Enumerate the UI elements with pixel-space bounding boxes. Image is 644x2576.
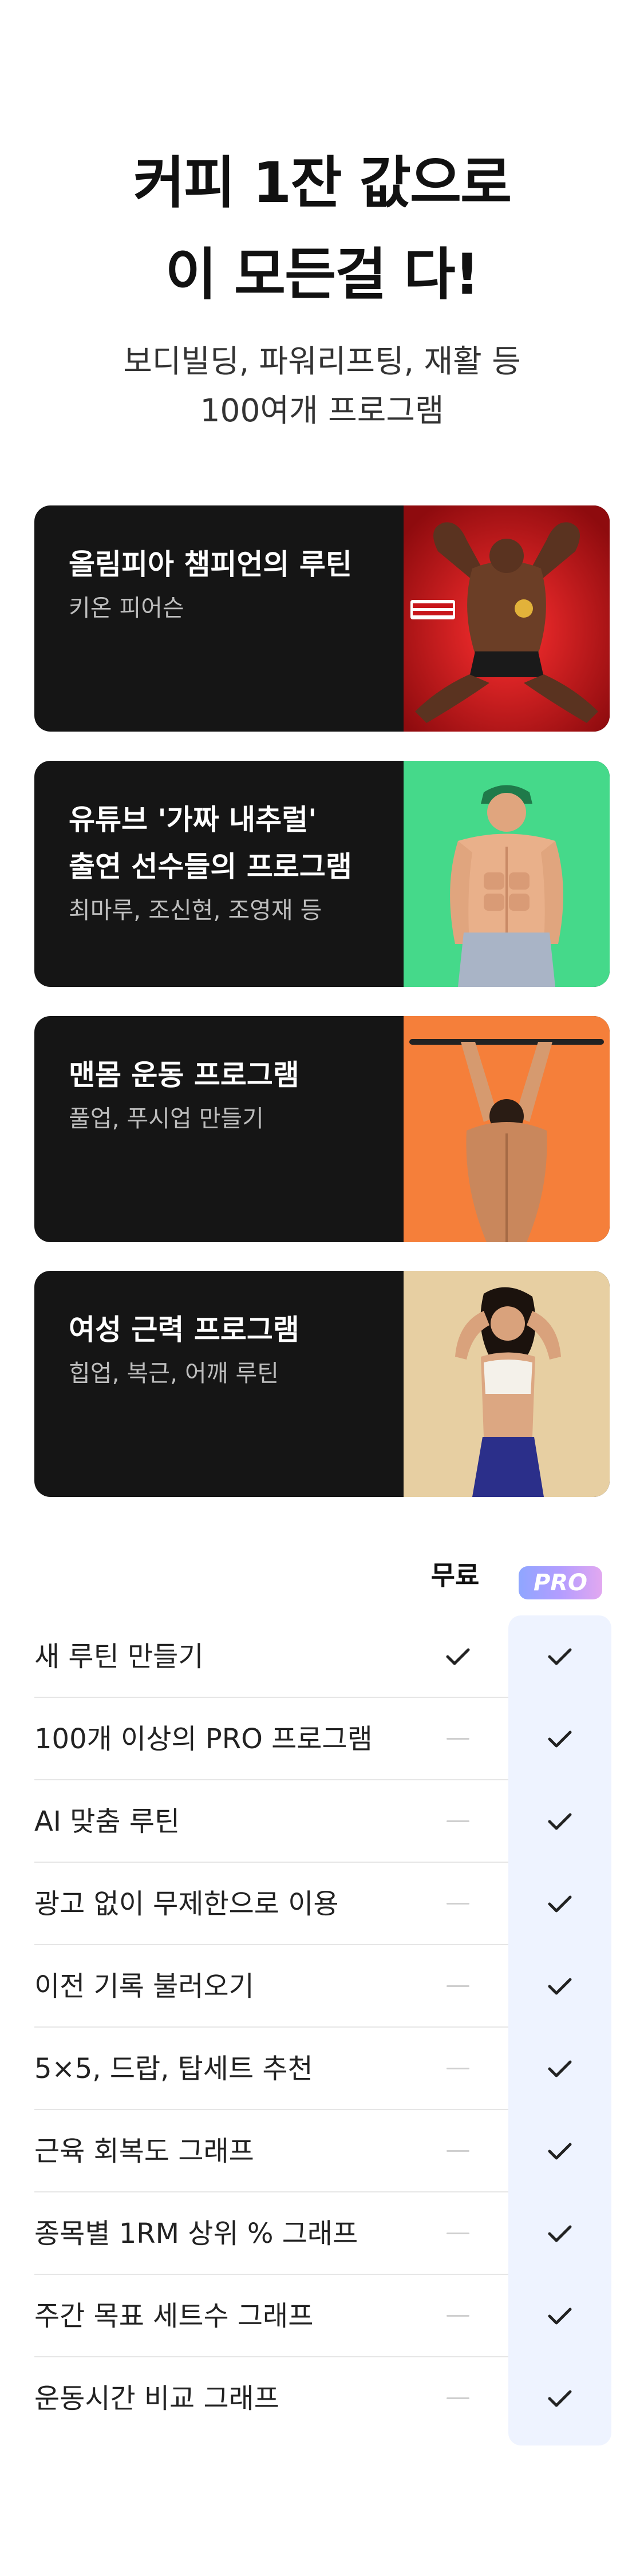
check-icon (508, 1863, 611, 1945)
free-column-header: 무료 (430, 1560, 480, 1591)
dash-icon (429, 2275, 487, 2357)
pullup-back-photo (404, 1016, 610, 1242)
pro-badge: PRO (519, 1566, 602, 1599)
feature-label: 광고 없이 무제한으로 이용 (34, 1888, 339, 1920)
feature-row: 근육 회복도 그래프 (34, 2110, 508, 2192)
hero-title: 커피 1잔 값으로 이 모든걸 다! (0, 137, 644, 321)
program-card-bodyweight[interactable]: 맨몸 운동 프로그램 풀업, 푸시업 만들기 (34, 1016, 610, 1242)
hero-subtitle: 보디빌딩, 파워리프팅, 재활 등 100여개 프로그램 (0, 337, 644, 435)
dash-icon (429, 1698, 487, 1780)
feature-row: 주간 목표 세트수 그래프 (34, 2275, 508, 2357)
dash-icon (429, 1863, 487, 1945)
dash-icon (429, 2357, 487, 2440)
card-subtitle: 힙업, 복근, 어깨 루틴 (69, 1360, 279, 1387)
check-icon (508, 2110, 611, 2192)
card-subtitle: 풀업, 푸시업 만들기 (69, 1105, 264, 1132)
check-icon (508, 1780, 611, 1863)
pro-promo-page: 커피 1잔 값으로 이 모든걸 다! 보디빌딩, 파워리프팅, 재활 등 100… (0, 0, 644, 2576)
program-card-fake-natty[interactable]: 유튜브 '가짜 내추럴' 출연 선수들의 프로그램 최마루, 조신현, 조영재 … (34, 761, 610, 987)
feature-label: AI 맞춤 루틴 (34, 1805, 180, 1838)
card-text: 여성 근력 프로그램 힙업, 복근, 어깨 루틴 (69, 1306, 424, 1391)
feature-label: 100개 이상의 PRO 프로그램 (34, 1723, 373, 1755)
hero-title-line2: 이 모든걸 다! (165, 242, 480, 307)
feature-row: 이전 기록 불러오기 (34, 1945, 508, 2028)
card-subtitle: 최마루, 조신현, 조영재 등 (69, 896, 322, 924)
hero-subtitle-line2: 100여개 프로그램 (200, 392, 444, 429)
dash-icon (429, 1780, 487, 1863)
bodybuilder-champion-photo (404, 505, 610, 732)
female-athlete-photo (404, 1271, 610, 1497)
check-icon (508, 1698, 611, 1780)
program-card-women[interactable]: 여성 근력 프로그램 힙업, 복근, 어깨 루틴 (34, 1271, 610, 1497)
check-icon (429, 1615, 487, 1698)
feature-row: 5×5, 드랍, 탑세트 추천 (34, 2028, 508, 2110)
check-icon (508, 2192, 611, 2275)
card-text: 유튜브 '가짜 내추럴' 출연 선수들의 프로그램 최마루, 조신현, 조영재 … (69, 796, 424, 928)
dash-icon (429, 2110, 487, 2192)
fitness-model-photo (404, 761, 610, 987)
card-text: 맨몸 운동 프로그램 풀업, 푸시업 만들기 (69, 1052, 424, 1136)
feature-row: 100개 이상의 PRO 프로그램 (34, 1698, 508, 1780)
card-title: 맨몸 운동 프로그램 (69, 1058, 299, 1092)
feature-label: 종목별 1RM 상위 % 그래프 (34, 2218, 358, 2250)
feature-row: 운동시간 비교 그래프 (34, 2357, 508, 2440)
card-title-line1: 유튜브 '가짜 내추럴' (69, 803, 317, 836)
feature-label: 근육 회복도 그래프 (34, 2135, 254, 2167)
card-subtitle: 키온 피어슨 (69, 594, 184, 622)
card-title-line2: 출연 선수들의 프로그램 (69, 850, 352, 883)
feature-label: 5×5, 드랍, 탑세트 추천 (34, 2053, 313, 2085)
feature-label: 운동시간 비교 그래프 (34, 2383, 279, 2415)
check-icon (508, 2357, 611, 2440)
feature-label: 이전 기록 불러오기 (34, 1970, 254, 2002)
hero-title-line1: 커피 1잔 값으로 (133, 151, 512, 216)
dash-icon (429, 2028, 487, 2110)
feature-row: 광고 없이 무제한으로 이용 (34, 1863, 508, 1945)
card-title: 올림피아 챔피언의 루틴 (69, 548, 352, 581)
feature-label: 새 루틴 만들기 (34, 1641, 204, 1673)
card-text: 올림피아 챔피언의 루틴 키온 피어슨 (69, 541, 424, 626)
check-icon (508, 2275, 611, 2357)
check-icon (508, 1615, 611, 1698)
feature-row: AI 맞춤 루틴 (34, 1780, 508, 1863)
program-card-olympia[interactable]: 올림피아 챔피언의 루틴 키온 피어슨 (34, 505, 610, 732)
check-icon (508, 2028, 611, 2110)
feature-row: 종목별 1RM 상위 % 그래프 (34, 2192, 508, 2275)
hero-subtitle-line1: 보디빌딩, 파워리프팅, 재활 등 (123, 343, 521, 380)
feature-row: 새 루틴 만들기 (34, 1615, 508, 1698)
dash-icon (429, 2192, 487, 2275)
feature-label: 주간 목표 세트수 그래프 (34, 2300, 314, 2332)
check-icon (508, 1945, 611, 2028)
card-title: 여성 근력 프로그램 (69, 1313, 299, 1346)
dash-icon (429, 1945, 487, 2028)
